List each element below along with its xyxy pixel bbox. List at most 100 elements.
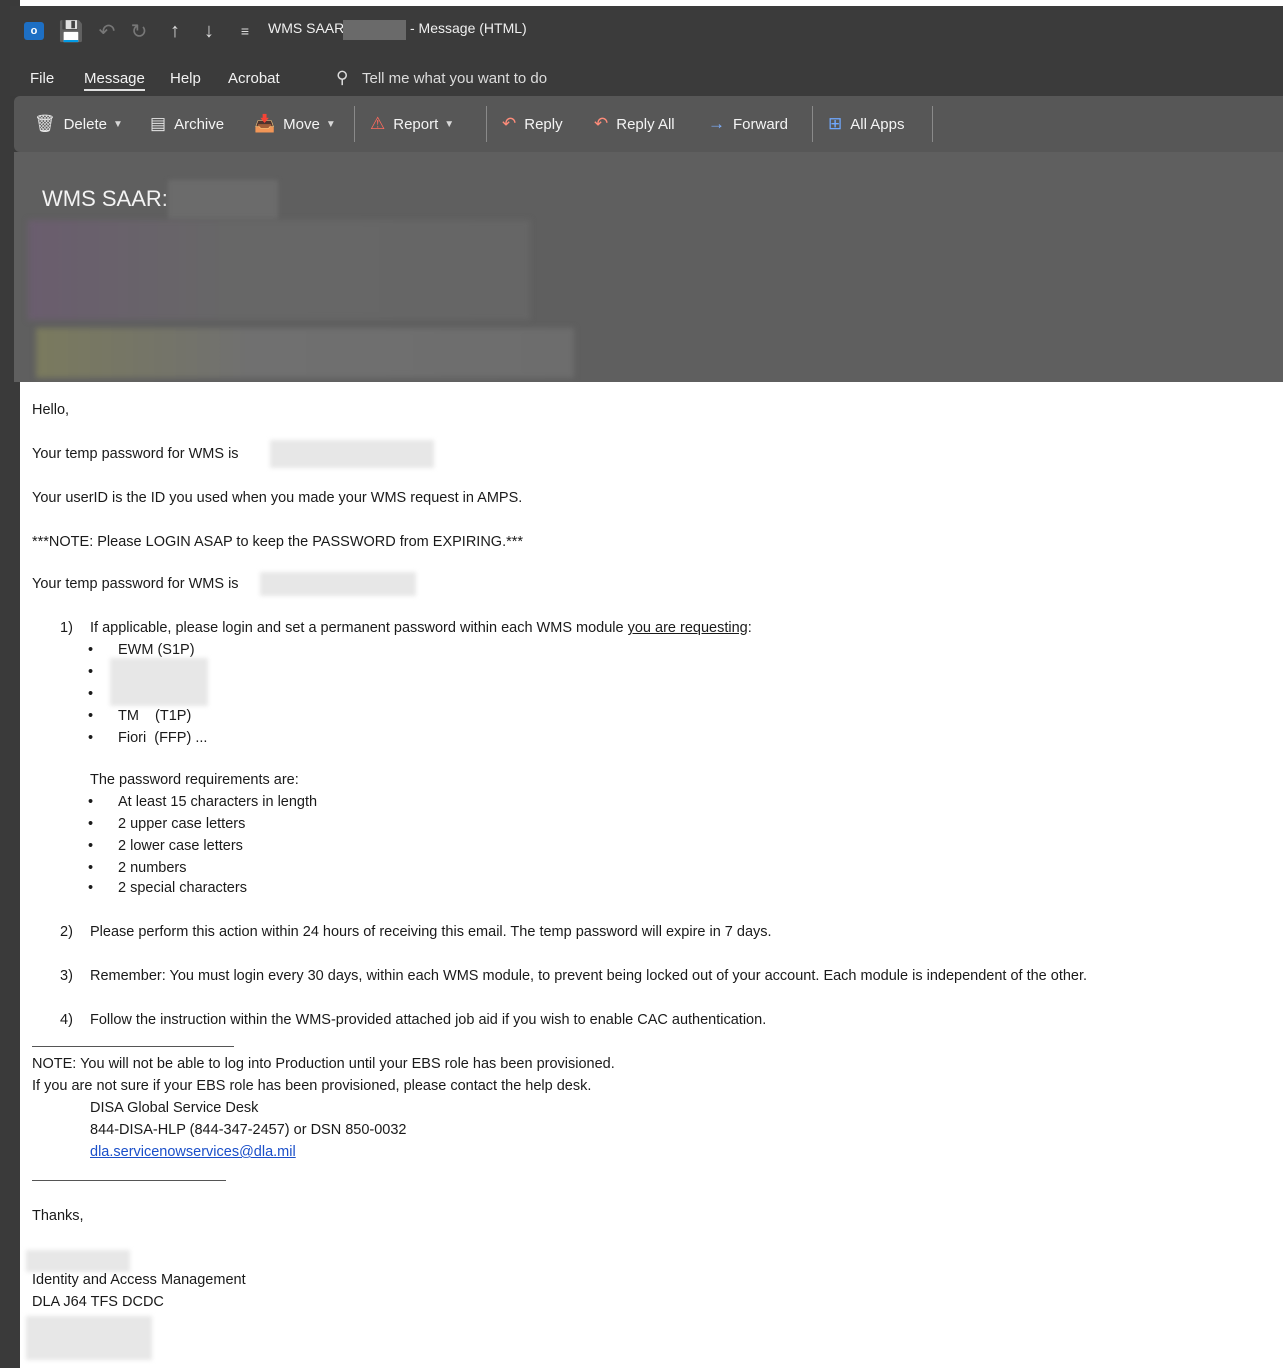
signature-department: Identity and Access Management	[32, 1272, 246, 1288]
you-are-requesting: you are requesting	[627, 620, 748, 636]
delete-button[interactable]: 🗑 Delete ▼	[34, 112, 123, 136]
reply-all-label: Reply All	[616, 115, 675, 133]
window-title: WMS SAAR:	[268, 20, 349, 36]
ribbon-divider	[354, 106, 355, 142]
chevron-down-icon: ▼	[444, 118, 455, 130]
requirement-item: At least 15 characters in length	[118, 794, 318, 810]
step-1-text: If applicable, please login and set a pe…	[90, 620, 752, 636]
bullet-glyph: •	[88, 794, 94, 810]
password-requirements-title: The password requirements are:	[90, 772, 299, 788]
service-desk-phone: 844-DISA-HLP (844-347-2457) or DSN 850-0…	[90, 1122, 407, 1138]
bullet-glyph: •	[88, 816, 94, 832]
archive-label: Archive	[174, 115, 225, 133]
menu-bar: File Message Help Acrobat ⚲ Tell me what…	[10, 58, 1283, 96]
redacted-sender-info	[28, 220, 530, 320]
requirement-item: 2 lower case letters	[118, 838, 243, 854]
bullet-glyph: •	[88, 686, 94, 702]
step-number: 4)	[60, 1012, 73, 1028]
customize-toolbar-icon[interactable]: ≡	[232, 18, 258, 44]
outlook-message-window: o 💾 ↶ ↻ ↑ ↓ ≡ WMS SAAR: - Message (HTML)…	[0, 0, 1283, 1368]
reply-icon: ↶	[502, 114, 517, 133]
redo-icon[interactable]: ↻	[126, 18, 152, 44]
forward-icon: →	[708, 114, 725, 133]
menu-acrobat[interactable]: Acrobat	[228, 70, 280, 87]
requirement-item: 2 special characters	[118, 880, 247, 896]
reply-button[interactable]: ↶ Reply	[502, 112, 563, 136]
bullet-glyph: •	[88, 860, 94, 876]
move-label: Move	[283, 115, 320, 133]
bullet-glyph: •	[88, 838, 94, 854]
redacted-password	[270, 440, 434, 468]
menu-file[interactable]: File	[30, 70, 54, 87]
step-2-text: Please perform this action within 24 hou…	[90, 924, 772, 940]
service-desk-name: DISA Global Service Desk	[90, 1100, 259, 1116]
userid-line: Your userID is the ID you used when you …	[32, 490, 523, 506]
bullet-glyph: •	[88, 730, 94, 746]
step-number: 1)	[60, 620, 73, 636]
login-note: ***NOTE: Please LOGIN ASAP to keep the P…	[32, 534, 524, 550]
redacted-password-2	[260, 572, 416, 596]
ribbon-divider	[812, 106, 813, 142]
message-body: Hello, Your temp password for WMS is You…	[20, 382, 1283, 1368]
report-label: Report	[393, 115, 439, 133]
divider-line	[32, 1046, 234, 1047]
all-apps-label: All Apps	[850, 115, 905, 133]
bullet-glyph: •	[88, 664, 94, 680]
divider-line	[32, 1180, 226, 1181]
window-title-suffix: - Message (HTML)	[410, 20, 527, 36]
forward-button[interactable]: → Forward	[708, 112, 788, 136]
tell-me-search[interactable]: Tell me what you want to do	[362, 70, 547, 87]
production-note: NOTE: You will not be able to log into P…	[32, 1056, 615, 1072]
ribbon-divider	[486, 106, 487, 142]
requirement-item: 2 upper case letters	[118, 816, 246, 832]
redacted-modules	[110, 658, 208, 706]
report-shield-icon: ⚠	[370, 114, 386, 133]
step-number: 2)	[60, 924, 73, 940]
signature-organization: DLA J64 TFS DCDC	[32, 1294, 164, 1310]
ribbon-toolbar: 🗑 Delete ▼ ▤ Archive 📥 Move ▼ ⚠ Report ▼…	[14, 96, 1283, 152]
trash-icon: 🗑	[34, 114, 56, 133]
outlook-app-icon: o	[24, 22, 44, 40]
reply-all-icon: ↶	[594, 114, 609, 133]
title-bar: o 💾 ↶ ↻ ↑ ↓ ≡ WMS SAAR: - Message (HTML)	[10, 6, 1283, 58]
forward-label: Forward	[733, 115, 789, 133]
bullet-glyph: •	[88, 642, 94, 658]
module-item: Fiori (FFP) ...	[118, 730, 208, 746]
ribbon-divider	[932, 106, 933, 142]
move-icon: 📥	[254, 114, 276, 133]
all-apps-button[interactable]: ⊞ All Apps	[828, 112, 904, 136]
redacted-signature-contact	[26, 1316, 152, 1360]
reply-label: Reply	[524, 115, 563, 133]
report-button[interactable]: ⚠ Report ▼	[370, 112, 454, 136]
next-item-icon[interactable]: ↓	[196, 18, 222, 44]
thanks: Thanks,	[32, 1208, 84, 1224]
previous-item-icon[interactable]: ↑	[162, 18, 188, 44]
message-subject: WMS SAAR:	[42, 186, 168, 211]
bullet-glyph: •	[88, 880, 94, 896]
move-button[interactable]: 📥 Move ▼	[254, 112, 336, 136]
greeting: Hello,	[32, 402, 70, 418]
delete-label: Delete	[63, 115, 107, 133]
step-number: 3)	[60, 968, 73, 984]
redacted-subject	[168, 180, 278, 220]
save-icon[interactable]: 💾	[58, 18, 84, 44]
message-header: WMS SAAR:	[14, 152, 1283, 382]
requirement-item: 2 numbers	[118, 860, 187, 876]
undo-icon[interactable]: ↶	[94, 18, 120, 44]
archive-button[interactable]: ▤ Archive	[150, 112, 224, 136]
chevron-down-icon: ▼	[112, 118, 123, 130]
redacted-sender-name	[26, 1250, 130, 1272]
redacted-recipient-info	[36, 328, 574, 378]
step-4-text: Follow the instruction within the WMS-pr…	[90, 1012, 767, 1028]
step-3-text: Remember: You must login every 30 days, …	[90, 968, 1088, 984]
module-item: TM (T1P)	[118, 708, 192, 724]
lightbulb-icon: ⚲	[336, 68, 349, 87]
redacted-title-name	[343, 20, 406, 40]
reply-all-button[interactable]: ↶ Reply All	[594, 112, 675, 136]
menu-message[interactable]: Message	[84, 70, 145, 91]
service-desk-email-link[interactable]: dla.servicenowservices@dla.mil	[90, 1144, 296, 1160]
menu-help[interactable]: Help	[170, 70, 201, 87]
module-item: EWM (S1P)	[118, 642, 195, 658]
chevron-down-icon: ▼	[325, 118, 336, 130]
temp-password-line: Your temp password for WMS is	[32, 446, 239, 462]
